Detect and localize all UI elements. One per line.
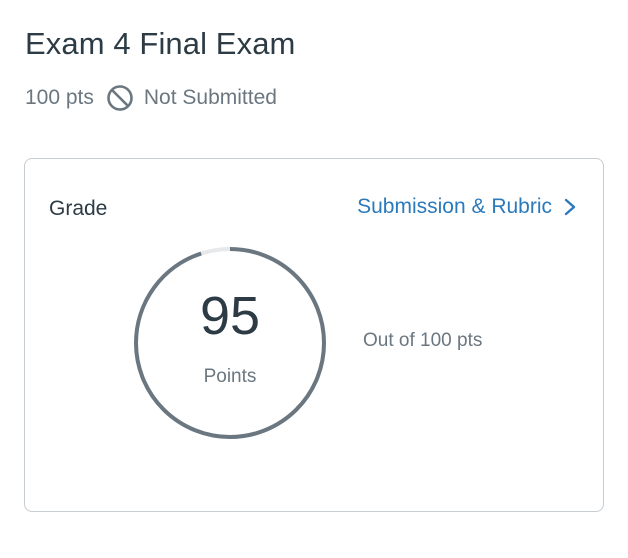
- assignment-title: Exam 4 Final Exam: [25, 26, 296, 61]
- grade-label: Grade: [49, 197, 108, 220]
- chevron-right-icon: [564, 198, 576, 216]
- prohibited-circle-icon: [106, 84, 134, 112]
- grade-card: Grade Submission & Rubric 95 Points Out …: [24, 158, 604, 512]
- grade-score-unit: Points: [203, 366, 257, 387]
- points-possible: 100 pts: [25, 86, 94, 109]
- grade-score: 95: [199, 286, 261, 346]
- assignment-meta: 100 pts Not Submitted: [25, 84, 277, 112]
- points-out-of: Out of 100 pts: [363, 330, 483, 351]
- grade-ring: 95 Points: [132, 245, 328, 441]
- submission-rubric-link-label: Submission & Rubric: [357, 195, 552, 218]
- submission-rubric-link[interactable]: Submission & Rubric: [357, 195, 576, 219]
- submission-status: Not Submitted: [143, 86, 277, 109]
- assignment-details-page: Exam 4 Final Exam 100 pts Not Submitted …: [0, 0, 628, 558]
